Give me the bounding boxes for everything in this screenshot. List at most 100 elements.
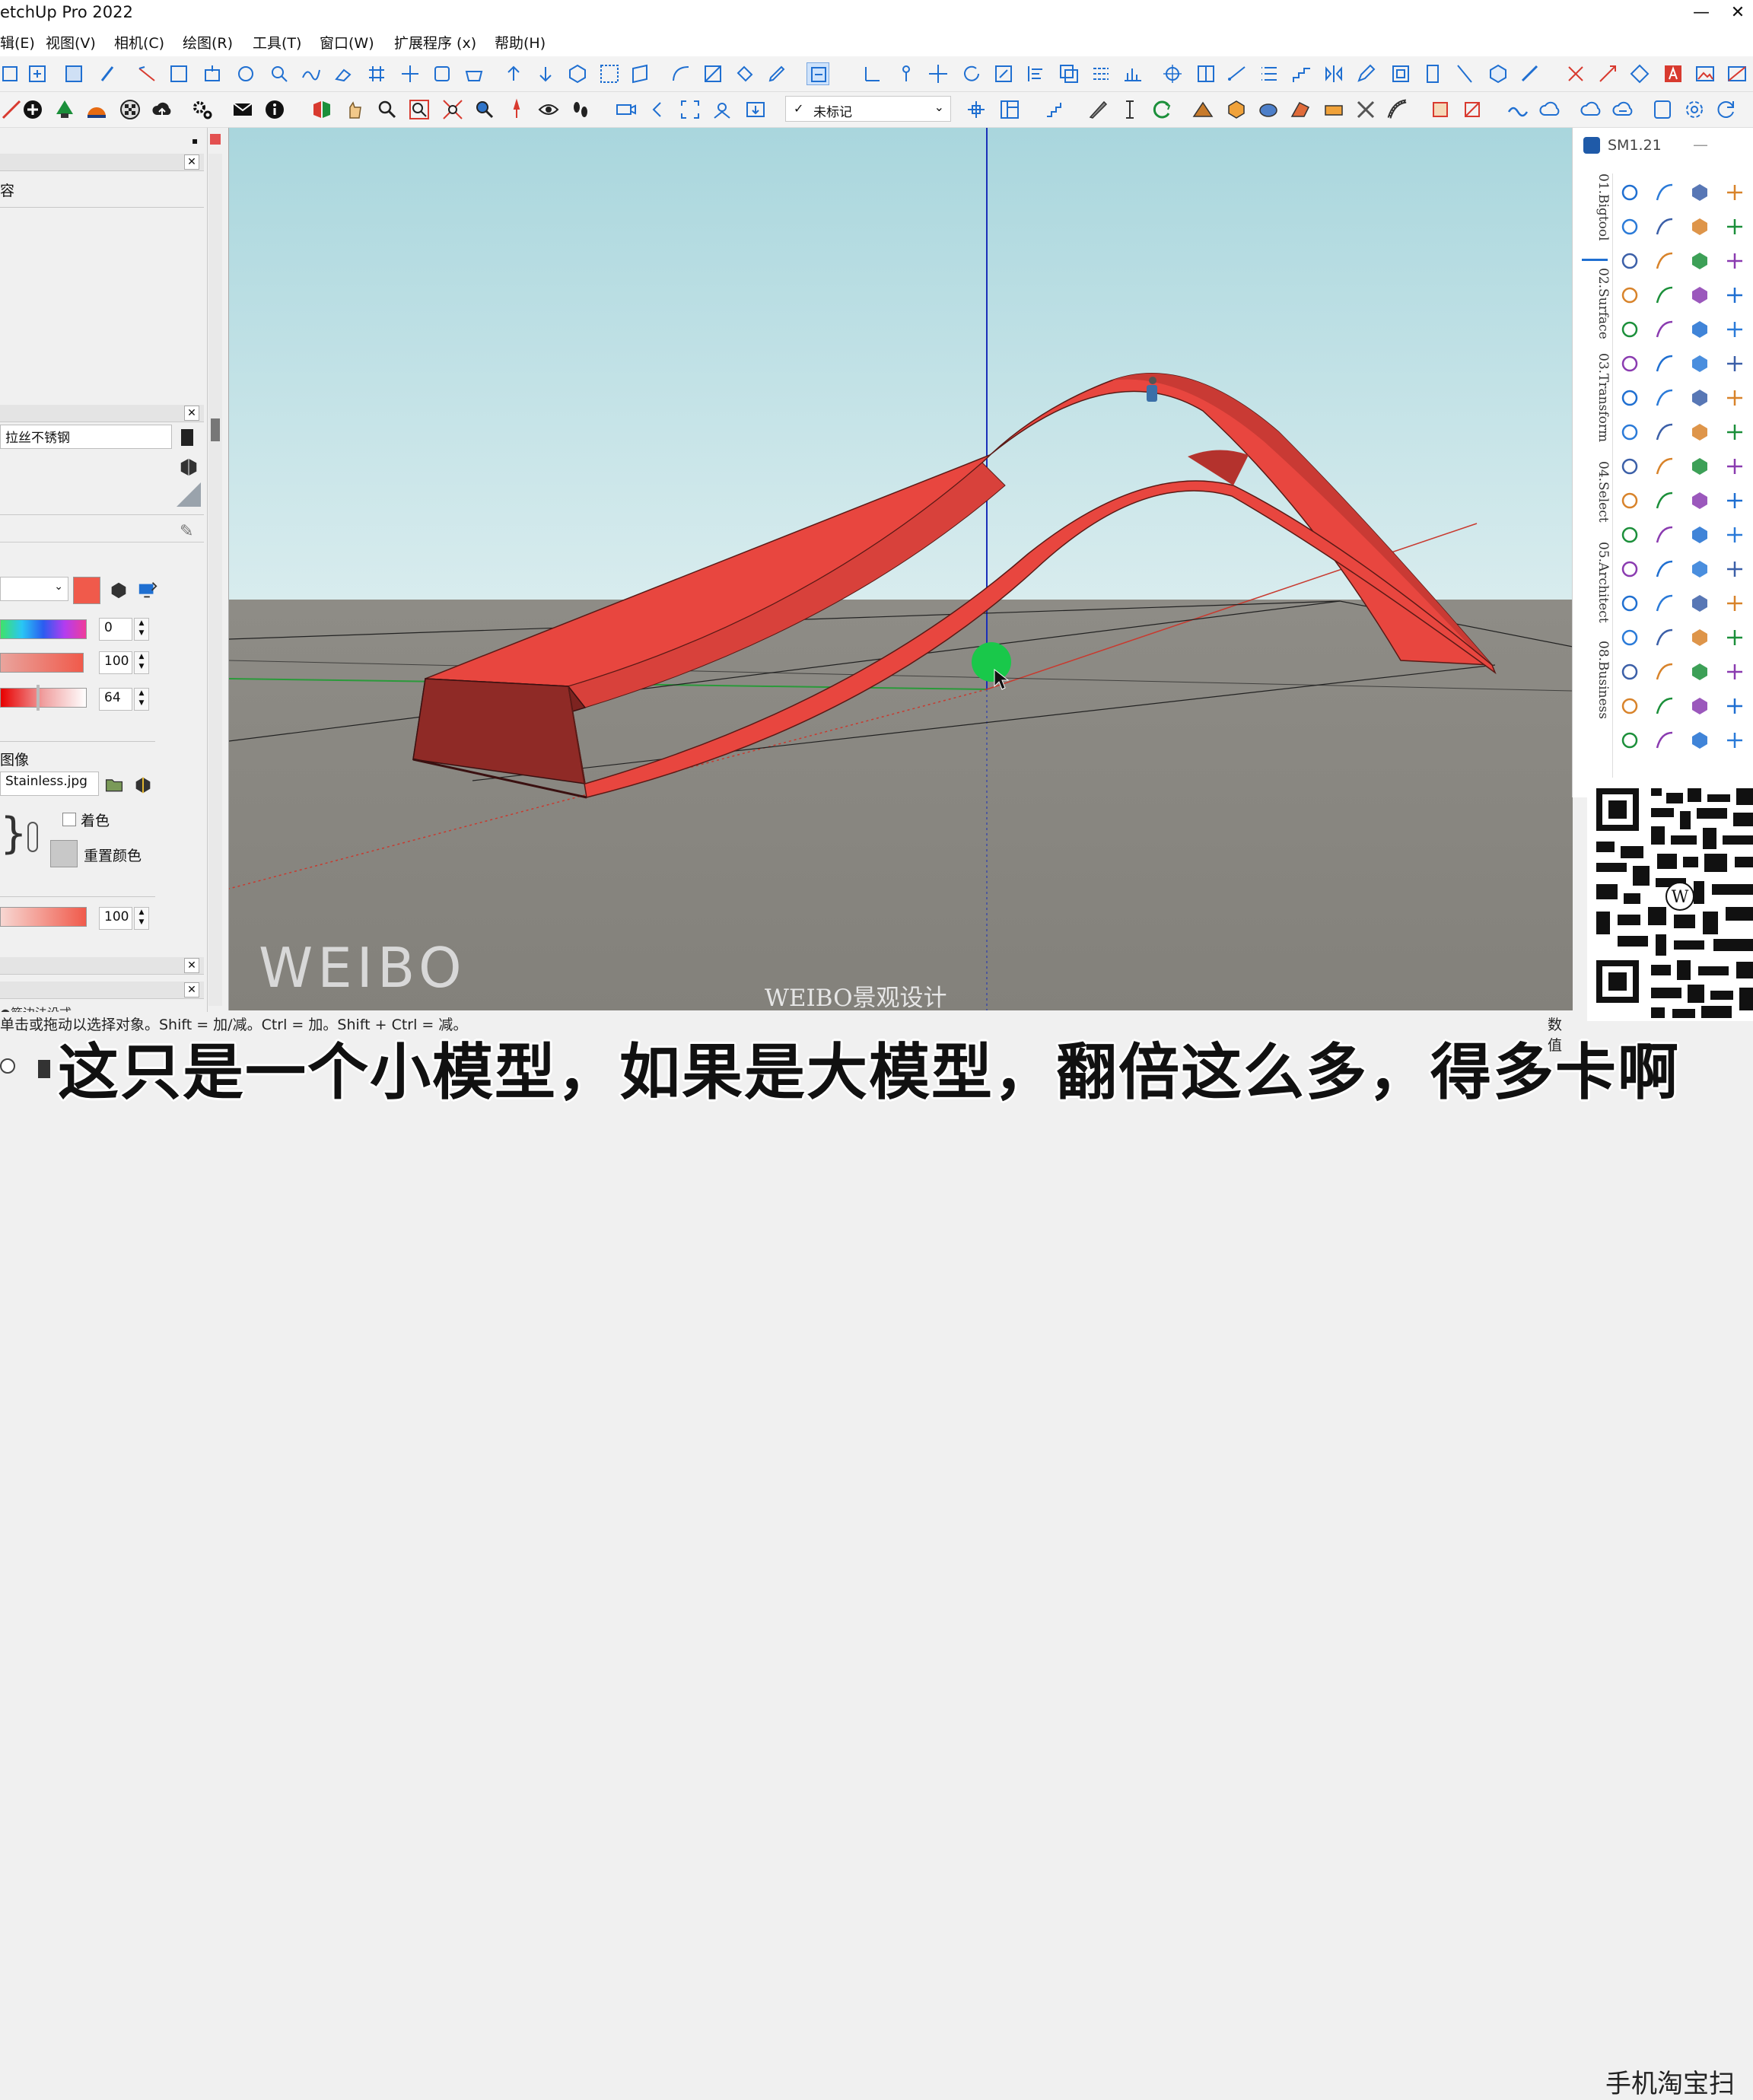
- plugin-tool-icon[interactable]: [1688, 695, 1711, 718]
- plugin-tool-icon[interactable]: [1723, 660, 1746, 683]
- plugin-tool-icon[interactable]: [1688, 455, 1711, 478]
- image-icon[interactable]: [1694, 62, 1716, 85]
- cloud-upload-icon[interactable]: [151, 98, 173, 121]
- saturation-slider[interactable]: [0, 653, 84, 673]
- rectangle-tool-icon[interactable]: [167, 62, 190, 85]
- lightness-value-field[interactable]: 64: [99, 688, 132, 711]
- lightness-slider-handle[interactable]: [37, 685, 40, 711]
- plugin-tool-icon[interactable]: [1618, 387, 1641, 409]
- knife-icon[interactable]: [1086, 98, 1109, 121]
- plugin-tool-icon[interactable]: [1688, 729, 1711, 752]
- reset-color-swatch[interactable]: [50, 840, 78, 867]
- close-button[interactable]: ✕: [1723, 0, 1753, 27]
- opacity-slider[interactable]: [0, 907, 87, 927]
- hand-icon[interactable]: [344, 98, 367, 121]
- frame-icon[interactable]: [1195, 62, 1217, 85]
- cut-shape-icon[interactable]: [1289, 98, 1312, 121]
- plugin-tool-icon[interactable]: [1688, 250, 1711, 272]
- axes-icon[interactable]: [861, 62, 884, 85]
- panel-scrollbar[interactable]: [208, 154, 222, 1006]
- plugin-tool-icon[interactable]: [1653, 660, 1676, 683]
- plugin-tool-icon[interactable]: [1618, 181, 1641, 204]
- measure-icon[interactable]: [1519, 62, 1541, 85]
- plugin-tool-icon[interactable]: [1723, 352, 1746, 375]
- link-icon[interactable]: [27, 822, 38, 852]
- plugin-tool-icon[interactable]: [1723, 387, 1746, 409]
- pen-icon[interactable]: [765, 62, 788, 85]
- plugin-tool-icon[interactable]: [1688, 660, 1711, 683]
- close-icon[interactable]: ✕: [184, 406, 199, 421]
- plugin-tool-icon[interactable]: [1723, 181, 1746, 204]
- sample-paint-icon[interactable]: [181, 429, 193, 446]
- zoom-icon[interactable]: [268, 62, 291, 85]
- saturation-value-field[interactable]: 100: [99, 651, 132, 674]
- scissors-icon[interactable]: [1354, 98, 1377, 121]
- text-icon[interactable]: [1662, 62, 1685, 85]
- menu-view[interactable]: 视图(V): [46, 32, 96, 52]
- paint-face-icon[interactable]: [1429, 98, 1452, 121]
- road-icon[interactable]: [1386, 98, 1409, 121]
- plugin-tool-icon[interactable]: [1653, 626, 1676, 649]
- close-icon[interactable]: ✕: [184, 982, 199, 998]
- menu-camera[interactable]: 相机(C): [114, 32, 164, 52]
- push-pull-icon[interactable]: [201, 62, 224, 85]
- plugin-tool-icon[interactable]: [1618, 660, 1641, 683]
- interact-icon[interactable]: [310, 98, 333, 121]
- scrollbar-thumb[interactable]: [211, 418, 220, 441]
- eraser-icon[interactable]: [332, 62, 355, 85]
- blob-icon[interactable]: [1257, 98, 1280, 121]
- cloud-list-icon[interactable]: [1611, 98, 1634, 121]
- color-swatch[interactable]: [73, 577, 100, 604]
- menu-window[interactable]: 窗口(W): [320, 32, 374, 52]
- opacity-value-field[interactable]: 100: [99, 907, 132, 930]
- plugin-tool-icon[interactable]: [1618, 250, 1641, 272]
- hue-spinner[interactable]: ▲ ▼: [134, 618, 149, 641]
- plugin-tool-icon[interactable]: [1688, 215, 1711, 238]
- warehouse-icon[interactable]: [53, 98, 76, 121]
- tab-select[interactable]: 04.Select: [1582, 461, 1611, 530]
- plugin-tool-icon[interactable]: [1653, 489, 1676, 512]
- create-material-icon[interactable]: [178, 457, 199, 478]
- follow-me-icon[interactable]: [702, 62, 724, 85]
- menu-draw[interactable]: 绘图(R): [183, 32, 233, 52]
- plugin-tool-icon[interactable]: [1723, 592, 1746, 615]
- modeling-viewport[interactable]: [228, 128, 1573, 1010]
- edit-texture-icon[interactable]: [132, 775, 154, 796]
- plugin-tool-icon[interactable]: [1723, 250, 1746, 272]
- chart-icon[interactable]: [1121, 62, 1144, 85]
- plugin-tool-icon[interactable]: [1723, 558, 1746, 581]
- plugin-tool-icon[interactable]: [1688, 421, 1711, 444]
- basket-icon[interactable]: [463, 62, 485, 85]
- box-orange-icon[interactable]: [1225, 98, 1248, 121]
- slope-icon[interactable]: [1453, 62, 1476, 85]
- plugin-tool-icon[interactable]: [1653, 387, 1676, 409]
- mirror-icon[interactable]: [1322, 62, 1345, 85]
- zoom-window-icon[interactable]: [408, 98, 431, 121]
- offset-icon[interactable]: [431, 62, 453, 85]
- minimize-icon[interactable]: —: [1693, 135, 1708, 154]
- checker-icon[interactable]: [119, 98, 142, 121]
- plugin-tool-icon[interactable]: [1723, 523, 1746, 546]
- pencil-icon[interactable]: [1354, 62, 1377, 85]
- dimension-tool-icon[interactable]: [965, 98, 988, 121]
- eyedropper-icon[interactable]: ✎: [180, 522, 193, 541]
- panel-close-icon[interactable]: [210, 134, 221, 145]
- menu-tools[interactable]: 工具(T): [253, 32, 301, 52]
- matrix-icon[interactable]: [1090, 62, 1112, 85]
- plugin-tool-icon[interactable]: [1723, 729, 1746, 752]
- window-icon[interactable]: [1389, 62, 1412, 85]
- plugin-tool-icon[interactable]: [1688, 387, 1711, 409]
- plugin-tool-icon[interactable]: [1653, 523, 1676, 546]
- array-icon[interactable]: [598, 62, 621, 85]
- plugin-tool-icon[interactable]: [1653, 250, 1676, 272]
- close-icon[interactable]: ✕: [184, 958, 199, 973]
- look-around-icon[interactable]: [537, 98, 560, 121]
- plugin-tool-icon[interactable]: [1688, 558, 1711, 581]
- line-tool-icon[interactable]: [135, 62, 158, 85]
- scene-icon[interactable]: [711, 98, 733, 121]
- plugin-tool-icon[interactable]: [1618, 489, 1641, 512]
- sunrise-icon[interactable]: [85, 98, 108, 121]
- align-icon[interactable]: [1024, 62, 1047, 85]
- camera-icon[interactable]: [615, 98, 638, 121]
- cloud-icon[interactable]: [1538, 98, 1561, 121]
